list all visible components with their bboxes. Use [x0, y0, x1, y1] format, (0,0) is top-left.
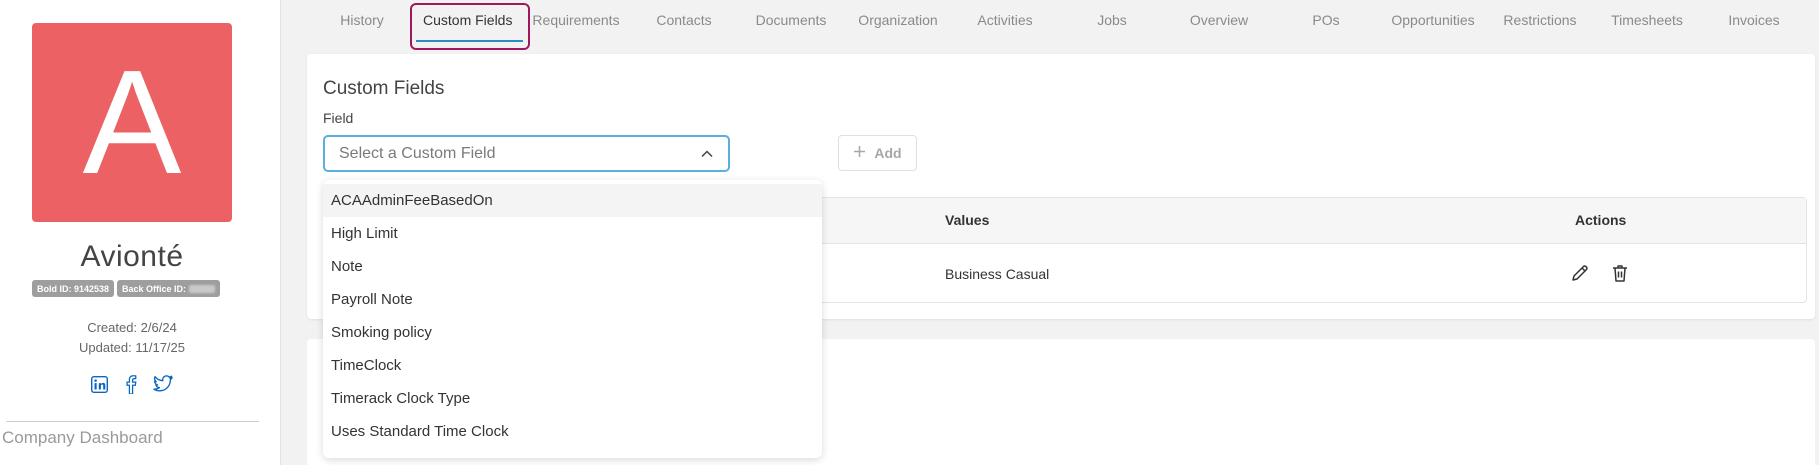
table-cell-value: Business Casual — [945, 266, 1050, 282]
dropdown-option[interactable]: Smoking policy — [323, 316, 822, 349]
dropdown-option[interactable]: High Limit — [323, 217, 822, 250]
id-badges: Bold ID: 9142538 Back Office ID: — [32, 280, 221, 297]
tab-overview[interactable]: Overview — [1190, 12, 1248, 28]
created-date: Created: 2/6/24 — [87, 320, 177, 335]
chevron-up-icon — [700, 147, 714, 166]
twitter-icon[interactable] — [153, 374, 173, 394]
tab-activities[interactable]: Activities — [977, 12, 1032, 28]
tab-bar: History Requirements Contacts Documents … — [310, 0, 1819, 46]
delete-trash-icon[interactable] — [1608, 261, 1632, 285]
bold-id-badge: Bold ID: 9142538 — [32, 280, 115, 297]
tab-documents[interactable]: Documents — [756, 12, 827, 28]
dropdown-option[interactable]: TimeClock — [323, 349, 822, 382]
company-dashboard-link[interactable]: Company Dashboard — [2, 428, 163, 448]
record-dates: Created: 2/6/24 Updated: 11/17/25 — [0, 318, 264, 358]
add-label: Add — [874, 145, 902, 161]
company-profile-panel: A Avionté Bold ID: 9142538 Back Office I… — [0, 0, 281, 465]
sidebar-divider — [6, 421, 259, 422]
section-title: Custom Fields — [323, 78, 445, 99]
redacted-value — [189, 284, 216, 293]
tab-requirements[interactable]: Requirements — [532, 12, 619, 28]
select-placeholder: Select a Custom Field — [339, 144, 496, 162]
tab-pos[interactable]: POs — [1312, 12, 1339, 28]
plus-icon — [853, 145, 866, 161]
edit-pencil-icon[interactable] — [1568, 261, 1592, 285]
dropdown-option[interactable]: Timerack Clock Type — [323, 382, 822, 415]
company-name: Avionté — [80, 240, 184, 273]
tab-organization[interactable]: Organization — [858, 12, 937, 28]
social-links — [89, 374, 173, 394]
field-label: Field — [323, 110, 354, 126]
values-column-header: Values — [945, 212, 990, 228]
dropdown-option[interactable]: Note — [323, 250, 822, 283]
dropdown-option[interactable]: Uses Standard Time Clock — [323, 415, 822, 448]
tab-invoices[interactable]: Invoices — [1728, 12, 1779, 28]
linkedin-icon[interactable] — [89, 374, 109, 394]
back-office-id-label: Back Office ID: — [122, 283, 187, 294]
back-office-id-badge: Back Office ID: — [117, 280, 221, 297]
updated-date: Updated: 11/17/25 — [78, 340, 185, 355]
dropdown-option[interactable]: Payroll Note — [323, 283, 822, 316]
company-avatar: A — [32, 23, 232, 222]
custom-field-select[interactable]: Select a Custom Field — [323, 135, 730, 172]
tab-history[interactable]: History — [340, 12, 384, 28]
facebook-icon[interactable] — [121, 374, 141, 394]
tab-contacts[interactable]: Contacts — [656, 12, 711, 28]
tab-custom-fields-label: Custom Fields — [423, 12, 513, 28]
tab-timesheets[interactable]: Timesheets — [1611, 12, 1683, 28]
tab-jobs[interactable]: Jobs — [1097, 12, 1127, 28]
tab-opportunities[interactable]: Opportunities — [1391, 12, 1474, 28]
active-tab-indicator — [416, 40, 523, 42]
custom-field-dropdown: ACAAdminFeeBasedOn High Limit Note Payro… — [323, 180, 822, 458]
tab-restrictions[interactable]: Restrictions — [1503, 12, 1576, 28]
actions-column-header: Actions — [1575, 212, 1627, 228]
dropdown-option[interactable]: ACAAdminFeeBasedOn — [323, 184, 822, 217]
avatar-letter: A — [82, 39, 182, 205]
add-button[interactable]: Add — [838, 135, 917, 171]
